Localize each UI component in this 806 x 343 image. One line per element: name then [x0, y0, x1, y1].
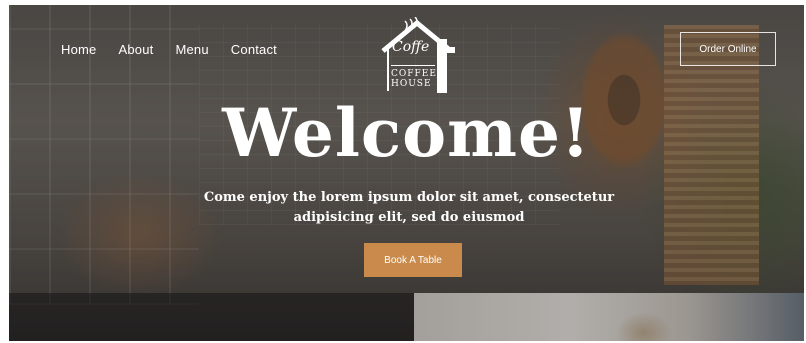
nav-link-about[interactable]: About — [118, 42, 153, 57]
order-online-button[interactable]: Order Online — [680, 32, 776, 66]
nav-link-menu[interactable]: Menu — [175, 42, 208, 57]
hero-subtitle-line-1: Come enjoy the lorem ipsum dolor sit ame… — [203, 190, 615, 205]
hero-subtitle-line-2: adipisicing elit, sed do eiusmod — [293, 210, 525, 225]
logo-line-coffee: COFFEE — [391, 69, 437, 79]
book-table-button[interactable]: Book A Table — [364, 243, 462, 277]
main-nav: Home About Menu Contact — [61, 42, 299, 57]
hero-section: Home About Menu Contact Coffe COFFEE HOU… — [9, 5, 804, 341]
nav-link-contact[interactable]: Contact — [231, 42, 277, 57]
hero-title: Welcome! — [222, 94, 591, 172]
brand-logo[interactable]: Coffe COFFEE HOUSE — [377, 17, 469, 95]
hero-subtitle: Come enjoy the lorem ipsum dolor sit ame… — [159, 188, 659, 228]
logo-script-text: Coffe — [392, 39, 430, 55]
nav-link-home[interactable]: Home — [61, 42, 96, 57]
logo-line-house: HOUSE — [391, 79, 432, 89]
page-frame: Home About Menu Contact Coffe COFFEE HOU… — [0, 0, 806, 343]
